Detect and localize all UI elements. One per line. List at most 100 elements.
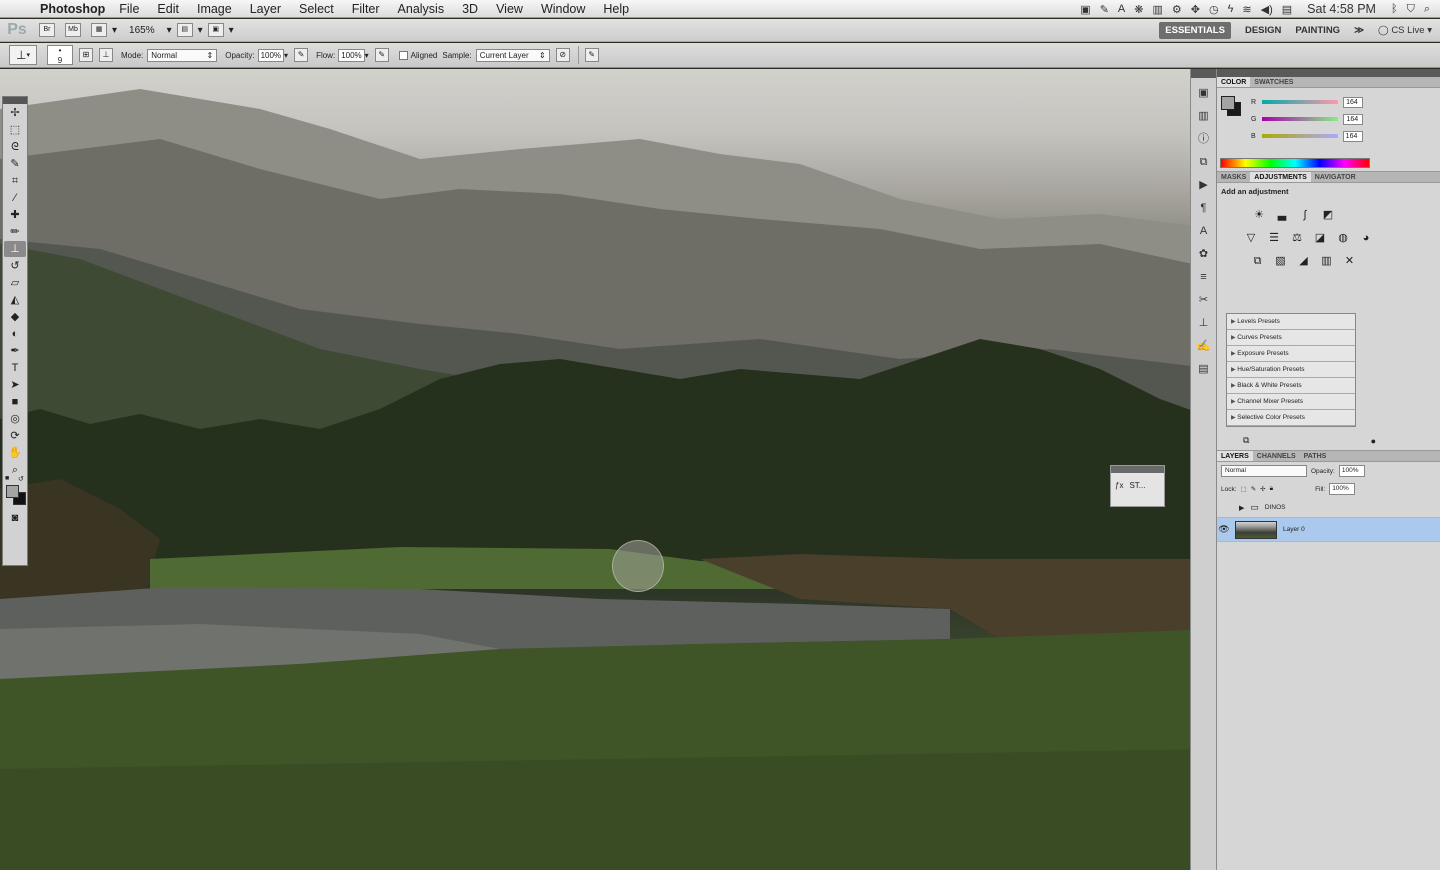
red-slider[interactable] (1262, 100, 1339, 104)
tab-swatches[interactable]: SWATCHES (1250, 77, 1297, 87)
spotlight-search-icon[interactable]: ⌕ (1424, 3, 1430, 16)
3d-orbit-tool-icon[interactable]: ⟳ (4, 428, 26, 444)
blend-mode-dropdown[interactable]: Normal (1221, 465, 1307, 477)
eye-icon[interactable]: 👁︎ (1217, 524, 1231, 535)
workspace-painting[interactable]: PAINTING (1295, 25, 1340, 36)
chevron-down-icon[interactable]: ▾ (284, 51, 288, 60)
sync-icon[interactable]: ❋ (1134, 3, 1143, 16)
green-slider[interactable] (1262, 117, 1339, 121)
pressure-opacity-icon[interactable]: ✎ (294, 48, 309, 62)
layer-row-layer-0[interactable]: 👁︎ Layer 0 (1217, 518, 1440, 542)
brush-tool-icon[interactable]: ✏ (4, 224, 26, 240)
chevron-down-icon[interactable]: ▾ (365, 51, 369, 60)
shield-icon[interactable]: ⛉ (1407, 3, 1415, 16)
foreground-color-swatch[interactable] (6, 485, 19, 498)
view-extras-button[interactable]: ▦ (91, 23, 107, 37)
menu-select[interactable]: Select (299, 2, 334, 16)
layer-opacity-input[interactable]: 100% (1338, 465, 1365, 477)
notes-icon[interactable]: ✍ (1195, 338, 1213, 354)
paint-bucket-tool-icon[interactable]: ◭ (4, 292, 26, 308)
preset-levels[interactable]: Levels Presets (1227, 314, 1355, 330)
black-white-icon[interactable]: ◪ (1313, 231, 1328, 246)
clone-stamp-tool-icon[interactable]: ⊥ (4, 241, 26, 257)
lightning-icon[interactable]: ϟ (1228, 3, 1234, 15)
mini-bridge-button[interactable]: Mb (65, 23, 81, 37)
mini-bridge-icon[interactable]: ▣ (1195, 85, 1213, 101)
gear-icon[interactable]: ⚙ (1172, 3, 1182, 16)
menu-3d[interactable]: 3D (462, 2, 478, 16)
menu-edit[interactable]: Edit (157, 2, 179, 16)
menu-layer[interactable]: Layer (250, 2, 281, 16)
screen-mode-button[interactable]: ▣ (207, 23, 224, 37)
tab-channels[interactable]: CHANNELS (1253, 451, 1300, 461)
marquee-tool-icon[interactable]: ⬚ (4, 122, 26, 138)
menu-image[interactable]: Image (197, 2, 232, 16)
preset-exposure[interactable]: Exposure Presets (1227, 346, 1355, 362)
lock-image-icon[interactable]: ✎ (1251, 485, 1256, 493)
path-selection-tool-icon[interactable]: ➤ (4, 377, 26, 393)
brightness-contrast-icon[interactable]: ☀ (1252, 208, 1267, 223)
history-icon[interactable]: ⧉ (1195, 154, 1213, 170)
chevron-down-icon[interactable]: ▾ (167, 25, 172, 36)
move-tool-icon[interactable]: ✢ (4, 105, 26, 121)
lock-all-icon[interactable]: 🔒︎ (1270, 485, 1273, 493)
menu-file[interactable]: File (119, 2, 139, 16)
hand-tool-icon[interactable]: ✋ (4, 445, 26, 461)
time-machine-icon[interactable]: ◷ (1209, 3, 1219, 16)
eraser-tool-icon[interactable]: ▱ (4, 275, 26, 291)
type-tool-icon[interactable]: T (4, 360, 26, 376)
arrange-documents-button[interactable]: ▤ (176, 23, 193, 37)
lasso-tool-icon[interactable]: ᘓ (4, 139, 26, 155)
workspace-design[interactable]: DESIGN (1245, 25, 1281, 36)
menu-filter[interactable]: Filter (352, 2, 380, 16)
styles-panel-button[interactable]: ƒx ST... (1111, 473, 1164, 498)
aligned-checkbox[interactable] (398, 50, 408, 60)
history-brush-tool-icon[interactable]: ↺ (4, 258, 26, 274)
chevron-down-icon[interactable]: ▾ (229, 25, 234, 36)
selective-color-icon[interactable]: ✕ (1342, 254, 1357, 269)
blue-value-input[interactable]: 164 (1342, 130, 1363, 142)
preset-selective-color[interactable]: Selective Color Presets (1227, 410, 1355, 426)
volume-icon[interactable]: ◀) (1261, 3, 1273, 16)
lock-transparency-icon[interactable]: ⬚ (1241, 485, 1247, 493)
shape-tool-icon[interactable]: ■ (4, 394, 26, 410)
preset-curves[interactable]: Curves Presets (1227, 330, 1355, 346)
quick-mask-icon[interactable]: ◙ (4, 510, 26, 526)
histogram-icon[interactable]: ▥ (1195, 108, 1213, 124)
3d-rotate-tool-icon[interactable]: ◎ (4, 411, 26, 427)
opacity-input[interactable]: 100% (257, 48, 285, 62)
blur-tool-icon[interactable]: ◆ (4, 309, 26, 325)
sample-dropdown[interactable]: Current Layer ⇕ (475, 48, 550, 62)
color-spectrum-ramp[interactable] (1220, 158, 1370, 168)
wifi-icon[interactable]: ≋ (1242, 3, 1251, 16)
battery-meter-icon[interactable]: ▥ (1152, 3, 1162, 16)
app-menu-photoshop[interactable]: Photoshop (40, 2, 105, 16)
zoom-level[interactable]: 165% (129, 25, 155, 36)
clock[interactable]: Sat 4:58 PM (1307, 2, 1376, 16)
threshold-icon[interactable]: ◢ (1296, 254, 1311, 269)
gradient-map-icon[interactable]: ▥ (1319, 254, 1334, 269)
chevron-down-icon[interactable]: ▾ (112, 25, 117, 36)
tab-navigator[interactable]: NAVIGATOR (1311, 172, 1360, 182)
swap-colors-icon[interactable]: ↺ (18, 475, 24, 483)
tab-color[interactable]: COLOR (1217, 77, 1251, 87)
green-value-input[interactable]: 164 (1343, 113, 1364, 125)
menu-analysis[interactable]: Analysis (398, 2, 445, 16)
default-colors-icon[interactable]: ■ (5, 475, 9, 482)
airbrush-icon[interactable]: ✎ (374, 48, 389, 62)
dodge-tool-icon[interactable]: ◐ (4, 326, 26, 342)
invert-icon[interactable]: ⧉ (1250, 254, 1265, 269)
tab-adjustments[interactable]: ADJUSTMENTS (1250, 172, 1311, 182)
adobe-icon[interactable]: A (1118, 3, 1125, 15)
clip-to-layer-icon[interactable]: ⧉ (1243, 435, 1249, 446)
cs-live-button[interactable]: ◯ CS Live ▾ (1378, 25, 1432, 36)
workspace-essentials[interactable]: ESSENTIALS (1159, 22, 1231, 39)
document-canvas[interactable] (0, 69, 1216, 870)
tab-paths[interactable]: PATHS (1300, 451, 1331, 461)
dock-header[interactable] (1191, 69, 1216, 78)
eyedropper-tool-icon[interactable]: ⁄ (4, 190, 26, 206)
ignore-adjustment-layers-icon[interactable]: ⊘ (555, 48, 570, 62)
tab-layers[interactable]: LAYERS (1217, 451, 1253, 461)
exposure-icon[interactable]: ◩ (1321, 208, 1336, 223)
layer-comps-icon[interactable]: ▤ (1195, 361, 1213, 377)
